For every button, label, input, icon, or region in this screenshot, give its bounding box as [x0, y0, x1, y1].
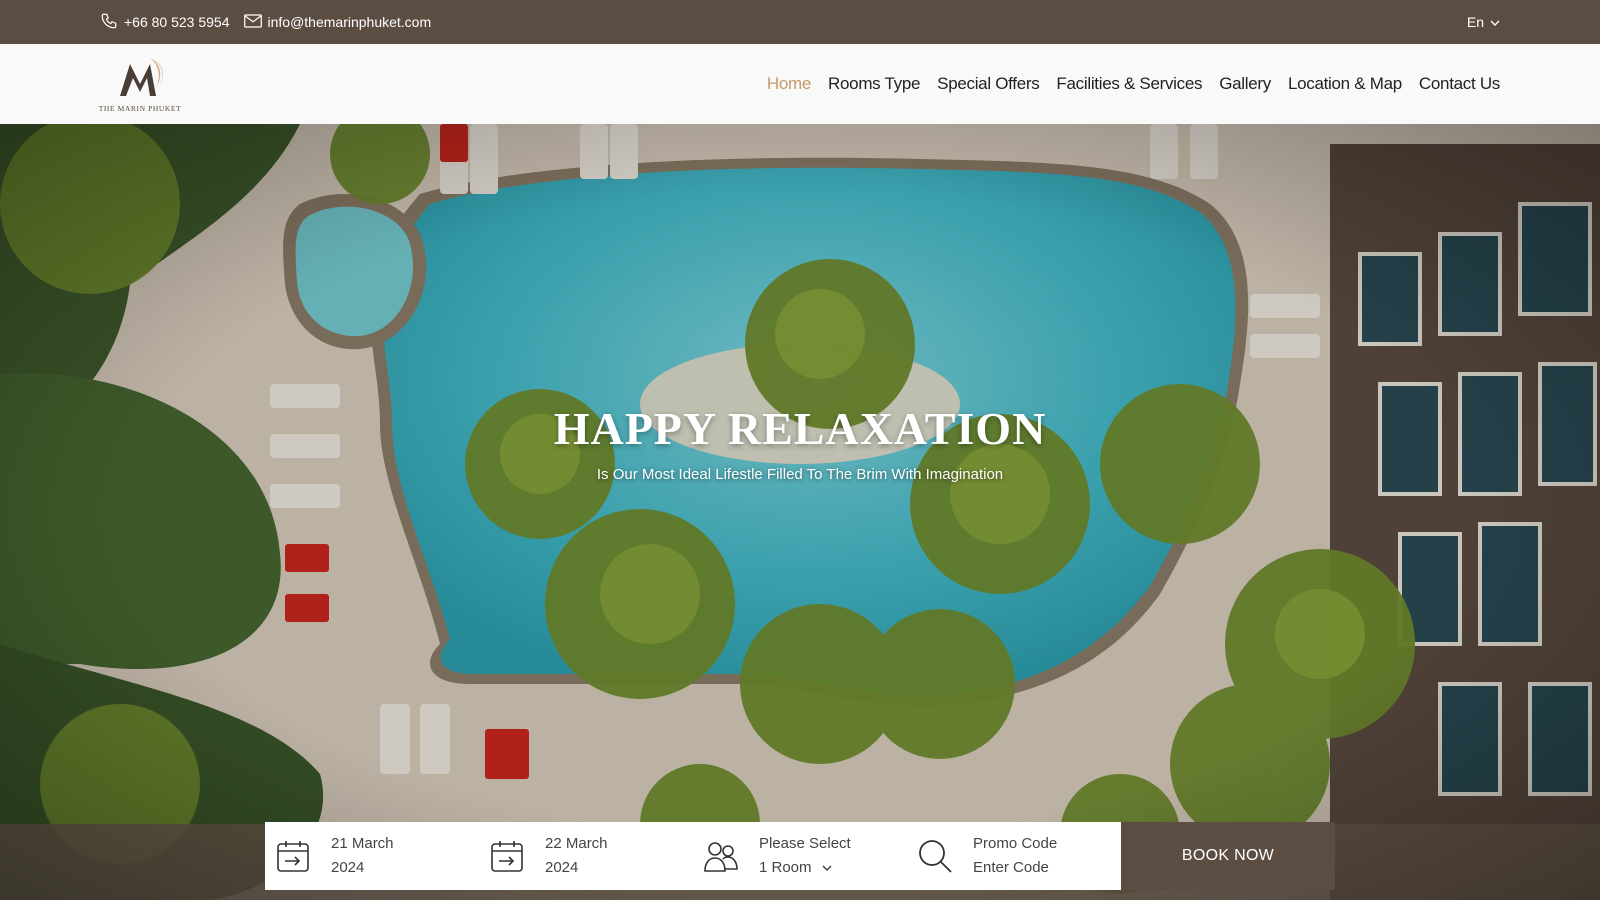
rooms-select-label: Please Select: [759, 835, 851, 852]
nav-facilities-services[interactable]: Facilities & Services: [1056, 74, 1202, 94]
nav-rooms-type[interactable]: Rooms Type: [828, 74, 920, 94]
checkin-date-field[interactable]: 21 March 2024: [265, 822, 479, 890]
main-header: THE MARIN PHUKET Home Rooms Type Special…: [0, 44, 1600, 124]
booking-fields: 21 March 2024 22 March 2024 Please Selec…: [265, 822, 1121, 890]
nav-special-offers[interactable]: Special Offers: [937, 74, 1040, 94]
rooms-select-text: Please Select 1 Room: [759, 832, 851, 880]
chevron-down-icon: [822, 856, 832, 880]
logo-text: THE MARIN PHUKET: [98, 104, 182, 113]
search-icon: [917, 838, 953, 874]
calendar-checkout-icon: [489, 838, 525, 874]
checkout-date-year: 2024: [545, 859, 579, 876]
phone-number: +66 80 523 5954: [124, 14, 230, 30]
nav-location-map[interactable]: Location & Map: [1288, 74, 1402, 94]
checkout-date-day: 22 March: [545, 835, 608, 852]
nav-gallery[interactable]: Gallery: [1219, 74, 1271, 94]
hero-title: HAPPY RELAXATION: [553, 403, 1047, 454]
logo-mark-icon: [120, 58, 163, 96]
book-now-button[interactable]: BOOK NOW: [1121, 822, 1335, 890]
nav-contact-us[interactable]: Contact Us: [1419, 74, 1500, 94]
checkout-date-text: 22 March 2024: [545, 832, 608, 880]
calendar-checkin-icon: [275, 838, 311, 874]
contact-info: +66 80 523 5954 info@themarinphuket.com: [100, 0, 431, 44]
hero-banner: HAPPY RELAXATION Is Our Most Ideal Lifes…: [0, 124, 1600, 900]
rooms-select-value-row: 1 Room: [759, 856, 851, 880]
logo[interactable]: THE MARIN PHUKET: [98, 54, 182, 116]
language-selector[interactable]: En: [1467, 0, 1500, 44]
mail-icon: [243, 13, 262, 31]
guests-icon: [703, 838, 739, 874]
hero-background-image: [0, 124, 1600, 900]
phone-icon: [100, 12, 118, 33]
rooms-select-field[interactable]: Please Select 1 Room: [693, 822, 907, 890]
email-address: info@themarinphuket.com: [267, 14, 432, 30]
promo-code-text: Promo Code Enter Code: [973, 832, 1057, 880]
checkin-date-year: 2024: [331, 859, 365, 876]
checkin-date-text: 21 March 2024: [331, 832, 394, 880]
promo-code-input[interactable]: Enter Code: [973, 856, 1057, 880]
promo-code-label: Promo Code: [973, 835, 1058, 852]
chevron-down-icon: [1490, 14, 1500, 30]
promo-code-field[interactable]: Promo Code Enter Code: [907, 822, 1121, 890]
main-nav: Home Rooms Type Special Offers Facilitie…: [767, 44, 1500, 124]
phone-contact[interactable]: +66 80 523 5954: [100, 12, 230, 33]
checkout-date-field[interactable]: 22 March 2024: [479, 822, 693, 890]
language-label: En: [1466, 14, 1484, 30]
rooms-select-value: 1 Room: [759, 859, 812, 876]
top-contact-bar: +66 80 523 5954 info@themarinphuket.com …: [0, 0, 1600, 44]
nav-home[interactable]: Home: [767, 74, 811, 94]
checkin-date-day: 21 March: [331, 835, 394, 852]
hero-subtitle: Is Our Most Ideal Lifestle Filled To The…: [596, 466, 1004, 483]
email-contact[interactable]: info@themarinphuket.com: [243, 13, 432, 31]
booking-bar: 21 March 2024 22 March 2024 Please Selec…: [265, 822, 1335, 890]
